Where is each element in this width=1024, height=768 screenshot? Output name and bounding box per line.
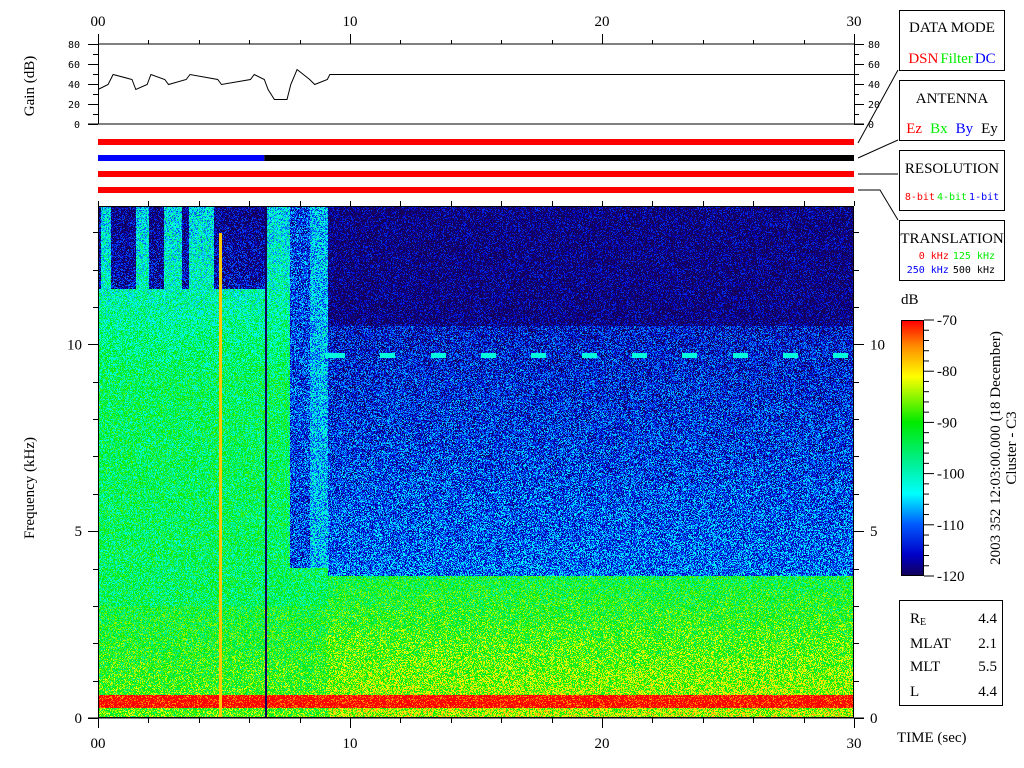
timestamp-label: 2003 352 12:03:00.000 (18 December) (988, 331, 1004, 565)
y-tick-label-right: 5 (870, 524, 878, 540)
status-bar-resolution (98, 171, 854, 177)
legend-item-bx: Bx (930, 121, 948, 137)
y-tick-label: 5 (75, 524, 83, 540)
x-tick-label: 30 (847, 736, 862, 752)
y-tick-label-right: 10 (870, 337, 885, 353)
y-tick-label: 0 (75, 711, 83, 727)
svg-text:DSNFilterDC: DSN Filter DC (908, 51, 995, 67)
gain-y-tick-label: 80 (68, 40, 80, 51)
top-x-tick-label: 10 (343, 14, 358, 30)
y-tick-label: 10 (67, 337, 82, 353)
legend-connectors (857, 69, 899, 221)
legend-item-ez: Ez (906, 121, 922, 137)
spectrogram-frame (98, 206, 854, 718)
legend-item-0khz: 0 kHz (919, 251, 949, 262)
orbit-label-mlt: MLT (910, 659, 940, 675)
status-bar-data-mode (98, 139, 854, 145)
colorbar-tick-label: -100 (937, 467, 965, 483)
gain-y-tick-label-right: 80 (868, 40, 880, 51)
orbit-value-re: 4.4 (978, 611, 997, 627)
legend-translation: TRANSLATION 0 kHz 125 kHz 250 kHz 500 kHz (899, 220, 1005, 281)
orbit-value-mlt: 5.5 (978, 659, 997, 675)
y-axis-label: Frequency (kHz) (22, 437, 38, 539)
legend-item-500khz: 500 kHz (953, 265, 995, 276)
top-x-tick-label: 20 (595, 14, 610, 30)
gain-y-tick-label: 60 (68, 60, 80, 71)
status-bar-antenna (98, 155, 265, 161)
legend-item-filter: Filter (940, 51, 973, 67)
chart-svg: 80 8060 6040 4020 200 0 Gain (dB) 00 10 20 30 00… (22, 10, 1020, 752)
legend-item-dc: DC (975, 51, 996, 67)
orbit-value-mlat: 2.1 (978, 636, 997, 652)
orbit-label-l: L (910, 684, 919, 700)
legend-item-8bit: 8-bit (905, 192, 935, 203)
orbit-value-l: 4.4 (978, 684, 997, 700)
x-tick-label: 00 (91, 736, 106, 752)
colorbar-tick-label: -110 (937, 518, 964, 534)
gain-y-tick-label: 0 (74, 120, 80, 131)
top-x-tick-label: 30 (847, 14, 862, 30)
gain-y-tick-label-right: 40 (868, 80, 880, 91)
gain-y-tick-label: 40 (68, 80, 80, 91)
orbit-label-mlat: MLAT (910, 636, 951, 652)
colorbar-tick-label: -120 (937, 569, 965, 585)
legend-title: RESOLUTION (905, 161, 999, 177)
legend-item-dsn: DSN (908, 51, 938, 67)
legend-data-mode: DATA MODE DSN Filter DC (899, 10, 1005, 71)
status-bar-translation (98, 187, 854, 193)
colorbar-label: dB (901, 292, 919, 308)
colorbar-tick-label: -90 (937, 415, 957, 431)
svg-text:8-bit4-bit1-bit: 8-bit 4-bit 1-bit (905, 192, 999, 203)
legend-title: DATA MODE (909, 20, 995, 36)
colorbar-tick-label: -80 (937, 364, 957, 380)
top-x-tick-label: 00 (91, 14, 106, 30)
legend-item-ey: Ey (981, 121, 998, 137)
legend-item-250khz: 250 kHz (907, 265, 949, 276)
x-tick-label: 10 (343, 736, 358, 752)
gain-y-tick-label-right: 0 (868, 120, 874, 131)
x-tick-label: 20 (595, 736, 610, 752)
legend-antenna: ANTENNA Ez Bx By Ey (899, 80, 1005, 141)
spacecraft-label: Cluster - C3 (1004, 411, 1020, 484)
gain-y-tick-label-right: 60 (868, 60, 880, 71)
status-bar-antenna (264, 155, 854, 161)
orbit-info-box: RE 4.4 MLAT 2.1 MLT 5.5 L 4.4 (899, 600, 1003, 706)
legend-item-by: By (956, 121, 974, 137)
x-axis-label: TIME (sec) (897, 730, 967, 746)
legend-item-4bit: 4-bit (937, 192, 967, 203)
gain-ylabel: Gain (dB) (22, 56, 38, 116)
legend-title: ANTENNA (916, 91, 989, 107)
gain-line (97, 68, 854, 100)
y-tick-label-right: 0 (870, 711, 878, 727)
colorbar-tick-label: -70 (937, 313, 957, 329)
legend-title: TRANSLATION (900, 231, 1003, 247)
colorbar-frame (901, 320, 924, 576)
legend-item-1bit: 1-bit (969, 192, 999, 203)
legend-resolution: RESOLUTION 8-bit 4-bit 1-bit (899, 150, 1005, 211)
svg-text:0 kHz125 kHz: 0 kHz 125 kHz (919, 251, 995, 262)
legend-item-125khz: 125 kHz (953, 251, 995, 262)
gain-y-tick-label: 20 (68, 100, 80, 111)
